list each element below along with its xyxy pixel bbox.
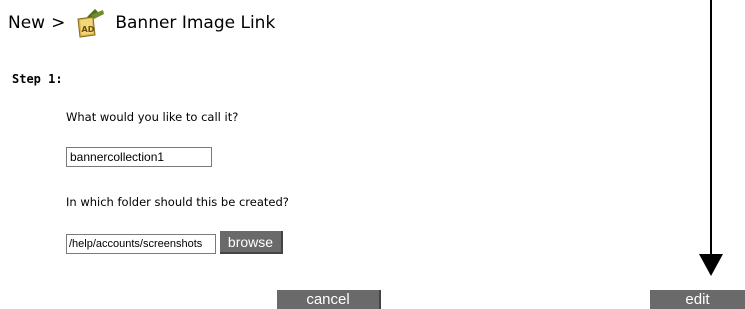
name-input[interactable] [66, 147, 212, 167]
ad-banner-icon: AD [73, 7, 107, 39]
cancel-button[interactable]: cancel [277, 290, 381, 309]
browse-button[interactable]: browse [220, 231, 283, 254]
down-arrow-icon [699, 0, 723, 276]
step-label: Step 1: [12, 72, 63, 86]
folder-question: In which folder should this be created? [66, 195, 289, 209]
edit-button[interactable]: edit [650, 290, 745, 309]
breadcrumb-new-link[interactable]: New [8, 13, 45, 33]
logo-text: AD [82, 25, 95, 34]
name-question: What would you like to call it? [66, 110, 239, 124]
breadcrumb-separator: > [51, 13, 66, 33]
breadcrumb: New > AD Banner Image Link [8, 6, 275, 40]
page-title: Banner Image Link [115, 13, 276, 33]
folder-input[interactable] [66, 234, 216, 254]
